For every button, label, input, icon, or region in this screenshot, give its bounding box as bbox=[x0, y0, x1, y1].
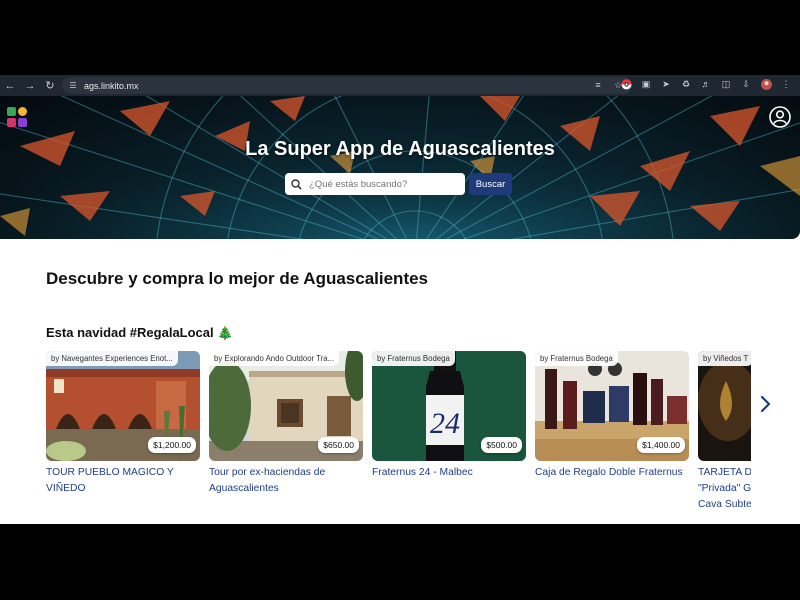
extension-arrow-icon[interactable]: ➤ bbox=[660, 78, 672, 90]
site-info-icon[interactable]: ☰ bbox=[68, 81, 78, 91]
product-title[interactable]: Fraternus 24 - Malbec bbox=[372, 465, 526, 481]
vendor-label: by Navegantes Experiences Enot... bbox=[46, 351, 178, 366]
product-title[interactable]: TOUR PUEBLO MAGICO Y VIÑEDO bbox=[46, 465, 200, 497]
translate-icon[interactable]: ≡ bbox=[592, 79, 604, 91]
extension-pokeball-icon[interactable] bbox=[620, 78, 632, 90]
reload-icon[interactable]: ↻ bbox=[40, 75, 60, 96]
section-title: Esta navidad #RegalaLocal 🎄 bbox=[46, 325, 234, 340]
search-box[interactable] bbox=[285, 173, 465, 195]
vendor-label: by Viñedos T bbox=[698, 351, 751, 366]
url-text: ags.linkito.mx bbox=[84, 80, 139, 91]
forward-icon[interactable]: → bbox=[20, 75, 40, 96]
address-bar[interactable]: ☰ ags.linkito.mx ≡ ☆ bbox=[62, 77, 632, 94]
price-badge: $500.00 bbox=[481, 437, 522, 453]
user-account-icon[interactable] bbox=[769, 106, 791, 128]
extensions-puzzle-icon[interactable]: ♻ bbox=[680, 78, 692, 90]
product-title[interactable]: TARJETA D "Privada" G Cava Subte bbox=[698, 465, 751, 513]
download-icon[interactable]: ⇩ bbox=[740, 78, 752, 90]
product-image[interactable]: by Explorando Ando Outdoor Tra... $650.0… bbox=[209, 351, 363, 461]
web-page: La Super App de Aguascalientes Buscar De… bbox=[0, 96, 800, 524]
kebab-menu-icon[interactable]: ⋮ bbox=[780, 78, 792, 90]
hero-ferris-wheel-image bbox=[0, 96, 800, 239]
price-badge: $1,200.00 bbox=[148, 437, 196, 453]
carousel-next-chevron-icon[interactable] bbox=[757, 393, 773, 415]
vendor-label: by Fraternus Bodega bbox=[372, 351, 455, 366]
price-badge: $650.00 bbox=[318, 437, 359, 453]
price-badge: $1,400.00 bbox=[637, 437, 685, 453]
profile-avatar-icon[interactable] bbox=[760, 78, 772, 90]
product-image[interactable]: by Navegantes Experiences Enot... $1,200… bbox=[46, 351, 200, 461]
product-carousel: by Navegantes Experiences Enot... $1,200… bbox=[46, 351, 751, 521]
browser-toolbar: ← → ↻ ☰ ags.linkito.mx ≡ ☆ ▣ ➤ ♻ ♬ ◫ ⇩ ⋮ bbox=[0, 75, 800, 96]
product-image[interactable]: by Fraternus Bodega $1,400.00 bbox=[535, 351, 689, 461]
vendor-label: by Explorando Ando Outdoor Tra... bbox=[209, 351, 340, 366]
product-image[interactable]: 24 by Fraternus Bodega $500.00 bbox=[372, 351, 526, 461]
product-image[interactable]: by Viñedos T bbox=[698, 351, 751, 461]
product-card[interactable]: by Explorando Ando Outdoor Tra... $650.0… bbox=[209, 351, 363, 497]
back-icon[interactable]: ← bbox=[0, 75, 20, 96]
search-icon bbox=[291, 178, 302, 190]
product-card[interactable]: 24 by Fraternus Bodega $500.00 Fraternus… bbox=[372, 351, 526, 481]
hero-title: La Super App de Aguascalientes bbox=[245, 138, 555, 160]
side-panel-icon[interactable]: ◫ bbox=[720, 78, 732, 90]
search-input[interactable] bbox=[307, 177, 457, 191]
vendor-label: by Fraternus Bodega bbox=[535, 351, 618, 366]
product-card[interactable]: by Navegantes Experiences Enot... $1,200… bbox=[46, 351, 200, 497]
product-card[interactable]: by Viñedos T TARJETA D "Privada" G Cava … bbox=[698, 351, 751, 513]
product-card[interactable]: by Fraternus Bodega $1,400.00 Caja de Re… bbox=[535, 351, 689, 481]
search-button[interactable]: Buscar bbox=[469, 173, 512, 195]
product-title[interactable]: Tour por ex-haciendas de Aguascalientes bbox=[209, 465, 363, 497]
hero-banner: La Super App de Aguascalientes Buscar bbox=[0, 96, 800, 239]
extension-icon[interactable]: ▣ bbox=[640, 78, 652, 90]
media-controls-icon[interactable]: ♬ bbox=[700, 78, 712, 90]
svg-text:24: 24 bbox=[430, 407, 460, 440]
app-logo[interactable] bbox=[6, 106, 28, 128]
product-title[interactable]: Caja de Regalo Doble Fraternus bbox=[535, 465, 689, 481]
page-heading: Descubre y compra lo mejor de Aguascalie… bbox=[46, 269, 429, 288]
